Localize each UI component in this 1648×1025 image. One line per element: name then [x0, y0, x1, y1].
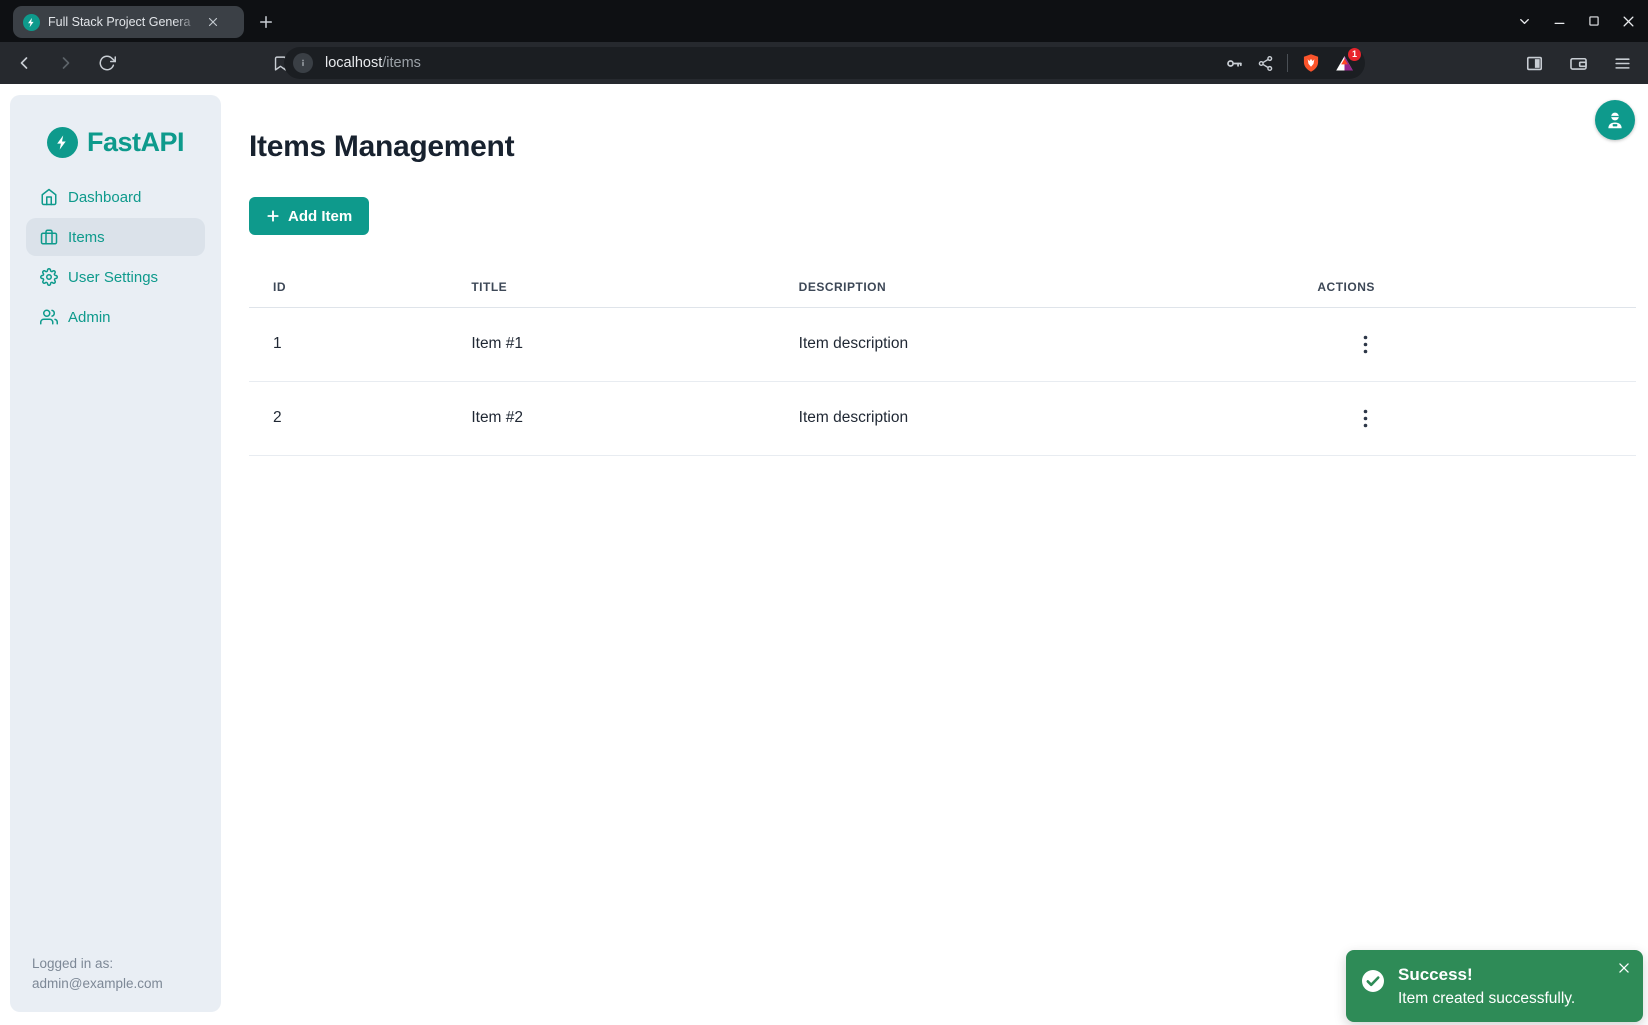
add-item-label: Add Item	[288, 208, 352, 225]
table-row: 1 Item #1 Item description	[249, 307, 1636, 381]
address-bar[interactable]: localhost/items 1	[284, 47, 1365, 79]
table-row: 2 Item #2 Item description	[249, 381, 1636, 455]
tab-title: Full Stack Project Genera	[48, 15, 200, 29]
browser-toolbar: localhost/items 1	[0, 42, 1648, 84]
window-minimize-icon[interactable]	[1552, 14, 1567, 29]
url-text: localhost/items	[325, 55, 1225, 71]
app-logo: FastAPI	[10, 127, 221, 158]
cell-id: 1	[249, 307, 447, 381]
sidebar-item-items[interactable]: Items	[26, 218, 205, 256]
forward-button[interactable]	[52, 49, 80, 77]
window-close-icon[interactable]	[1621, 14, 1636, 29]
main-area: Items Management Add Item ID TITLE DESCR…	[249, 84, 1636, 456]
app-logo-text: FastAPI	[87, 127, 184, 158]
toolbar-divider	[1287, 54, 1288, 72]
cell-description: Item description	[775, 381, 1294, 455]
column-header-description: DESCRIPTION	[775, 267, 1294, 307]
sidebar: FastAPI Dashboard Items	[10, 95, 221, 1012]
sidebar-item-dashboard[interactable]: Dashboard	[26, 178, 205, 216]
brave-shield-icon[interactable]	[1301, 53, 1321, 73]
table-header-row: ID TITLE DESCRIPTION ACTIONS	[249, 267, 1636, 307]
sidebar-item-admin[interactable]: Admin	[26, 298, 205, 336]
add-item-button[interactable]: Add Item	[249, 197, 369, 235]
new-tab-button[interactable]	[254, 10, 278, 34]
cell-description: Item description	[775, 307, 1294, 381]
window-maximize-icon[interactable]	[1587, 14, 1601, 28]
rewards-badge: 1	[1348, 48, 1361, 61]
plus-icon	[266, 209, 280, 223]
items-table: ID TITLE DESCRIPTION ACTIONS 1 Item #1 I…	[249, 267, 1636, 456]
column-header-actions: ACTIONS	[1293, 267, 1636, 307]
brave-rewards-icon[interactable]: 1	[1334, 53, 1355, 74]
sidebar-toggle-icon[interactable]	[1521, 50, 1548, 77]
briefcase-icon	[40, 228, 58, 246]
logged-in-label: Logged in as:	[32, 954, 163, 974]
home-icon	[40, 188, 58, 206]
cell-title: Item #2	[447, 381, 774, 455]
toast-close-icon[interactable]	[1615, 959, 1633, 977]
url-host: localhost	[325, 55, 382, 71]
column-header-title: TITLE	[447, 267, 774, 307]
toast-title: Success!	[1398, 963, 1575, 987]
page-title: Items Management	[249, 130, 1636, 164]
row-actions-kebab-icon[interactable]	[1357, 403, 1374, 434]
url-path: /items	[382, 55, 421, 71]
browser-tab[interactable]: Full Stack Project Genera	[13, 6, 244, 38]
cell-title: Item #1	[447, 307, 774, 381]
user-avatar-icon	[1604, 109, 1626, 131]
wallet-icon[interactable]	[1565, 50, 1592, 77]
user-email: admin@example.com	[32, 974, 163, 994]
sidebar-nav: Dashboard Items User Settings	[10, 178, 221, 336]
back-button[interactable]	[10, 49, 38, 77]
row-actions-kebab-icon[interactable]	[1357, 329, 1374, 360]
sidebar-footer: Logged in as: admin@example.com	[32, 954, 163, 994]
sidebar-item-user-settings[interactable]: User Settings	[26, 258, 205, 296]
menu-hamburger-icon[interactable]	[1609, 50, 1636, 77]
gear-icon	[40, 268, 58, 286]
page-content: FastAPI Dashboard Items	[0, 84, 1648, 1025]
sidebar-item-label: Admin	[68, 309, 111, 326]
fastapi-favicon-icon	[23, 14, 40, 31]
share-icon[interactable]	[1257, 55, 1274, 72]
fastapi-bolt-icon	[47, 127, 78, 158]
password-key-icon[interactable]	[1225, 54, 1244, 73]
tab-close-icon[interactable]	[206, 15, 220, 29]
users-icon	[40, 308, 58, 326]
cell-id: 2	[249, 381, 447, 455]
tab-search-chevron-icon[interactable]	[1517, 14, 1532, 29]
site-info-icon[interactable]	[293, 53, 313, 73]
sidebar-item-label: Dashboard	[68, 189, 141, 206]
tab-bar: Full Stack Project Genera	[0, 0, 1648, 42]
window-controls	[1517, 0, 1648, 42]
sidebar-item-label: User Settings	[68, 269, 158, 286]
check-circle-icon	[1361, 969, 1385, 993]
browser-window: Full Stack Project Genera	[0, 0, 1648, 1025]
sidebar-item-label: Items	[68, 229, 105, 246]
success-toast: Success! Item created successfully.	[1346, 950, 1643, 1022]
user-menu-avatar[interactable]	[1595, 100, 1635, 140]
column-header-id: ID	[249, 267, 447, 307]
toast-message: Item created successfully.	[1398, 987, 1575, 1010]
reload-button[interactable]	[94, 50, 120, 76]
